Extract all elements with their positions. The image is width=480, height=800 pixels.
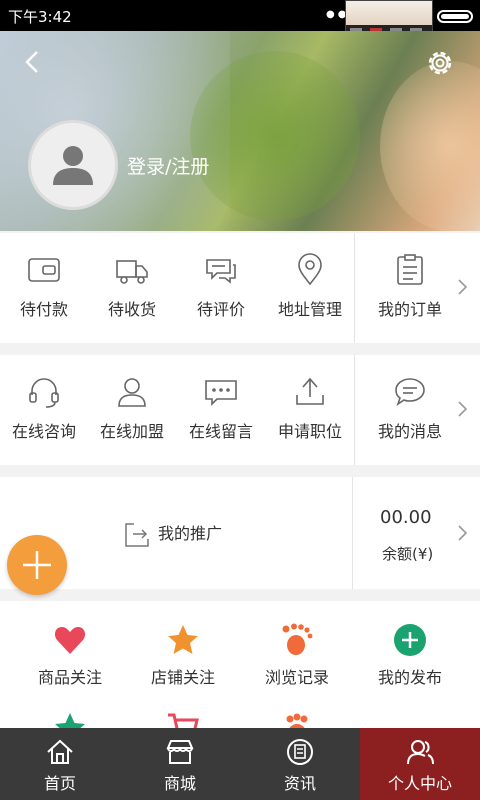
nav-label: 个人中心 bbox=[387, 774, 452, 793]
promo-label: 我的推广 bbox=[158, 524, 223, 543]
star-icon bbox=[168, 625, 198, 654]
person-icon bbox=[407, 740, 434, 765]
my-posts-item[interactable]: 我的发布 bbox=[350, 623, 470, 688]
services-label: 在线咨询 bbox=[11, 422, 76, 441]
chevron-right-icon bbox=[458, 279, 468, 295]
services-panel: 在线咨询 在线加盟 在线留言 申请职位 我的消息 bbox=[0, 355, 480, 465]
my-orders-item[interactable]: 我的订单 bbox=[366, 233, 454, 343]
chat-bubble-icon bbox=[395, 378, 425, 406]
pending-receipt-item[interactable]: 待收货 bbox=[88, 233, 176, 343]
pending-review-item[interactable]: 待评价 bbox=[176, 233, 266, 343]
services-label: 在线留言 bbox=[188, 422, 253, 441]
divider bbox=[354, 355, 355, 465]
plus-icon bbox=[23, 551, 51, 579]
online-message-item[interactable]: 在线留言 bbox=[176, 355, 266, 465]
my-messages-item[interactable]: 我的消息 bbox=[366, 355, 454, 465]
share-arrow-icon bbox=[125, 522, 149, 547]
upload-icon bbox=[296, 377, 324, 405]
nav-store[interactable]: 商城 bbox=[120, 728, 240, 800]
settings-button[interactable] bbox=[424, 47, 456, 79]
balance-label: 余额(¥) bbox=[382, 545, 434, 563]
grid-label: 店铺关注 bbox=[150, 668, 215, 687]
login-register-link[interactable]: 登录/注册 bbox=[127, 152, 209, 179]
services-label: 我的消息 bbox=[377, 422, 442, 441]
truck-icon bbox=[116, 260, 148, 284]
orders-label: 待付款 bbox=[19, 300, 68, 319]
gear-icon bbox=[428, 51, 452, 75]
chevron-right-icon bbox=[458, 401, 468, 417]
avatar[interactable] bbox=[28, 120, 118, 210]
orders-panel: 待付款 待收货 待评价 地址管理 我的订单 bbox=[0, 233, 480, 343]
footprint-icon bbox=[282, 623, 313, 655]
user-icon bbox=[118, 378, 146, 407]
balance-value: 00.00 bbox=[380, 507, 432, 528]
online-join-item[interactable]: 在线加盟 bbox=[88, 355, 176, 465]
store-icon bbox=[166, 740, 194, 764]
screen: 下午3:42 ●● 登录/注册 待付款 待收货 待评价 地址管理 我的订单 在线… bbox=[0, 0, 480, 800]
wallet-icon bbox=[28, 258, 60, 282]
headset-icon bbox=[29, 378, 59, 408]
nav-profile[interactable]: 个人中心 bbox=[360, 728, 480, 800]
store-favorites-item[interactable]: 店铺关注 bbox=[123, 623, 243, 688]
services-label: 申请职位 bbox=[277, 422, 342, 441]
status-time: 下午3:42 bbox=[8, 8, 72, 26]
floating-add-button[interactable] bbox=[7, 535, 67, 595]
nav-label: 资讯 bbox=[283, 774, 316, 793]
nav-label: 商城 bbox=[163, 774, 196, 793]
chevron-left-icon bbox=[25, 51, 38, 73]
divider bbox=[352, 477, 353, 589]
nav-home[interactable]: 首页 bbox=[0, 728, 120, 800]
grid-label: 浏览记录 bbox=[264, 668, 329, 687]
grid-row2-item[interactable] bbox=[10, 709, 130, 742]
services-label: 在线加盟 bbox=[99, 422, 164, 441]
orders-label: 待评价 bbox=[196, 300, 245, 319]
divider bbox=[354, 233, 355, 343]
location-pin-icon bbox=[298, 253, 322, 286]
status-bar: 下午3:42 ●● bbox=[0, 0, 480, 40]
online-consult-item[interactable]: 在线咨询 bbox=[0, 355, 88, 465]
product-favorites-item[interactable]: 商品关注 bbox=[10, 623, 130, 688]
nav-news[interactable]: 资讯 bbox=[240, 728, 360, 800]
plus-circle-icon bbox=[394, 624, 426, 656]
grid-row2-item[interactable] bbox=[123, 709, 243, 735]
back-button[interactable] bbox=[18, 47, 48, 77]
grid-row2-item[interactable] bbox=[237, 709, 357, 742]
grid-label: 商品关注 bbox=[37, 668, 102, 687]
profile-header: 登录/注册 bbox=[0, 31, 480, 231]
promo-balance-panel: 我的推广 00.00 余额(¥) bbox=[0, 477, 480, 589]
apply-job-item[interactable]: 申请职位 bbox=[266, 355, 354, 465]
user-silhouette-icon bbox=[53, 146, 93, 185]
orders-label: 地址管理 bbox=[277, 300, 342, 319]
my-promotion-link[interactable]: 我的推广 bbox=[124, 520, 222, 548]
home-icon bbox=[47, 739, 73, 764]
battery-icon bbox=[437, 10, 473, 23]
feature-grid: 商品关注 店铺关注 浏览记录 我的发布 bbox=[0, 601, 480, 742]
grid-label: 我的发布 bbox=[377, 668, 442, 687]
orders-label: 待收货 bbox=[107, 300, 156, 319]
message-dots-icon bbox=[205, 380, 237, 406]
bottom-nav: 首页 商城 资讯 个人中心 bbox=[0, 728, 480, 800]
news-icon bbox=[287, 739, 313, 765]
chevron-right-icon bbox=[458, 525, 468, 541]
heart-icon bbox=[54, 627, 86, 654]
nav-label: 首页 bbox=[43, 774, 76, 793]
comment-icon bbox=[206, 259, 236, 284]
pending-payment-item[interactable]: 待付款 bbox=[0, 233, 88, 343]
orders-label: 我的订单 bbox=[377, 300, 442, 319]
address-management-item[interactable]: 地址管理 bbox=[266, 233, 354, 343]
browsing-history-item[interactable]: 浏览记录 bbox=[237, 623, 357, 688]
order-list-icon bbox=[397, 254, 423, 285]
